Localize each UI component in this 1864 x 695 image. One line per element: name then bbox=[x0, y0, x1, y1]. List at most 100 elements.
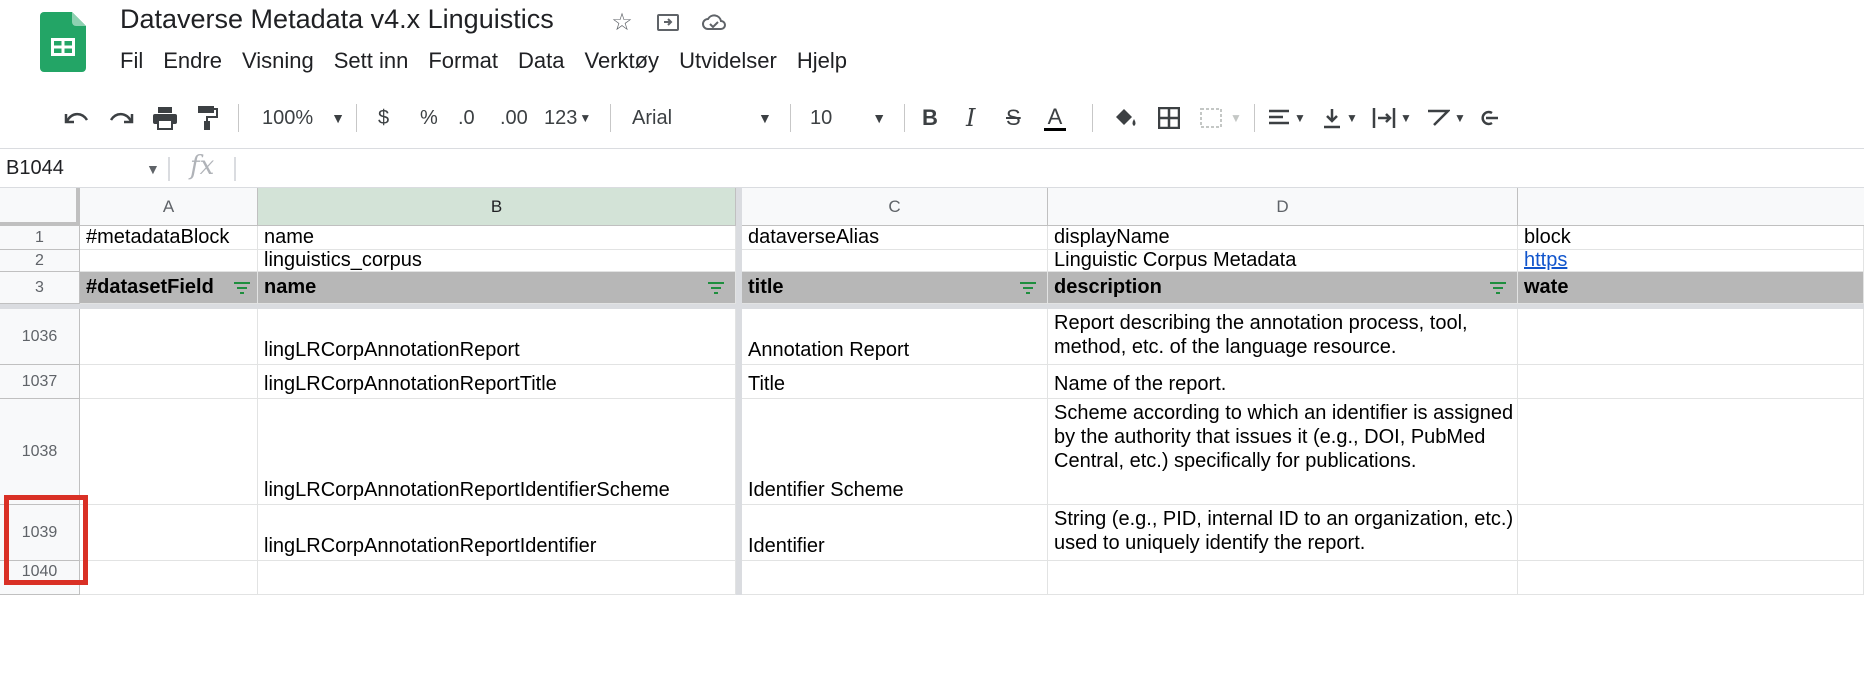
cell-d3[interactable]: description bbox=[1048, 272, 1518, 304]
currency-button[interactable]: $ bbox=[378, 92, 389, 144]
cell-d1037[interactable]: Name of the report. bbox=[1048, 365, 1518, 399]
column-header-d[interactable]: D bbox=[1048, 188, 1518, 226]
cell-b1038[interactable]: lingLRCorpAnnotationReportIdentifierSche… bbox=[258, 399, 736, 505]
sheets-logo-icon[interactable] bbox=[40, 12, 86, 72]
cell-c1[interactable]: dataverseAlias bbox=[742, 226, 1048, 250]
cell-b1037[interactable]: lingLRCorpAnnotationReportTitle bbox=[258, 365, 736, 399]
menu-utvidelser[interactable]: Utvidelser bbox=[679, 48, 777, 74]
strikethrough-button[interactable]: S bbox=[1006, 92, 1021, 144]
toolbar: 100% ▼ $ % .0 .00 123 ▼ Arial ▼ 10 ▼ B I… bbox=[0, 92, 1864, 144]
menu-hjelp[interactable]: Hjelp bbox=[797, 48, 847, 74]
cell-a1038[interactable] bbox=[80, 399, 258, 505]
filter-icon[interactable] bbox=[1019, 281, 1037, 295]
select-all-corner[interactable] bbox=[0, 188, 80, 226]
cell-a1037[interactable] bbox=[80, 365, 258, 399]
cell-a1040[interactable] bbox=[80, 561, 258, 595]
column-header-e[interactable] bbox=[1518, 188, 1864, 226]
chevron-down-icon[interactable]: ▼ bbox=[146, 161, 160, 177]
menu-data[interactable]: Data bbox=[518, 48, 564, 74]
cell-d2[interactable]: Linguistic Corpus Metadata bbox=[1048, 250, 1518, 272]
cell-d1036[interactable]: Report describing the annotation process… bbox=[1048, 309, 1518, 365]
cell-c3[interactable]: title bbox=[742, 272, 1048, 304]
row-header-1036[interactable]: 1036 bbox=[0, 309, 80, 365]
chevron-down-icon: ▼ bbox=[331, 110, 346, 126]
cell-e1036[interactable] bbox=[1518, 309, 1864, 365]
cell-c1038[interactable]: Identifier Scheme bbox=[742, 399, 1048, 505]
redo-icon[interactable] bbox=[108, 92, 136, 144]
cell-d1039[interactable]: String (e.g., PID, internal ID to an org… bbox=[1048, 505, 1518, 561]
cell-a1036[interactable] bbox=[80, 309, 258, 365]
menu-format[interactable]: Format bbox=[428, 48, 498, 74]
zoom-select[interactable]: 100% ▼ bbox=[262, 92, 345, 144]
font-size-select[interactable]: 10 ▼ bbox=[810, 92, 886, 144]
cell-e1[interactable]: block bbox=[1518, 226, 1864, 250]
cloud-saved-icon[interactable] bbox=[700, 8, 728, 36]
cell-d1040[interactable] bbox=[1048, 561, 1518, 595]
increase-decimals-label: .00 bbox=[500, 106, 528, 129]
bold-button[interactable]: B bbox=[922, 92, 938, 144]
cell-e1039[interactable] bbox=[1518, 505, 1864, 561]
formula-input[interactable] bbox=[250, 157, 1830, 181]
print-icon[interactable] bbox=[152, 92, 178, 144]
cell-a2[interactable] bbox=[80, 250, 258, 272]
menu-fil[interactable]: Fil bbox=[120, 48, 143, 74]
filter-icon[interactable] bbox=[233, 281, 251, 295]
cell-c2[interactable] bbox=[742, 250, 1048, 272]
cell-c1039[interactable]: Identifier bbox=[742, 505, 1048, 561]
cell-c1040[interactable] bbox=[742, 561, 1048, 595]
fill-color-icon[interactable] bbox=[1112, 92, 1138, 144]
increase-decimals-button[interactable]: .00 bbox=[500, 92, 528, 144]
text-color-button[interactable]: A bbox=[1044, 92, 1066, 144]
percent-button[interactable]: % bbox=[420, 92, 438, 144]
menu-endre[interactable]: Endre bbox=[163, 48, 222, 74]
column-header-c[interactable]: C bbox=[742, 188, 1048, 226]
cell-b1039[interactable]: lingLRCorpAnnotationReportIdentifier bbox=[258, 505, 736, 561]
cell-b3[interactable]: name bbox=[258, 272, 736, 304]
column-header-a[interactable]: A bbox=[80, 188, 258, 226]
cell-b2[interactable]: linguistics_corpus bbox=[258, 250, 736, 272]
cell-a1[interactable]: #metadataBlock bbox=[80, 226, 258, 250]
cell-e3[interactable]: wate bbox=[1518, 272, 1864, 304]
cell-b1040[interactable] bbox=[258, 561, 736, 595]
merge-cells-icon[interactable]: ▼ bbox=[1200, 92, 1242, 144]
cell-c1037[interactable]: Title bbox=[742, 365, 1048, 399]
vertical-align-icon[interactable]: ▼ bbox=[1322, 92, 1358, 144]
font-select[interactable]: Arial ▼ bbox=[632, 92, 772, 144]
star-icon[interactable]: ☆ bbox=[608, 8, 636, 36]
row-header-3[interactable]: 3 bbox=[0, 272, 80, 304]
filter-icon[interactable] bbox=[707, 281, 725, 295]
cell-b1036[interactable]: lingLRCorpAnnotationReport bbox=[258, 309, 736, 365]
filter-icon[interactable] bbox=[1489, 281, 1507, 295]
row-header-2[interactable]: 2 bbox=[0, 250, 80, 272]
name-box[interactable]: B1044 bbox=[6, 157, 64, 180]
decrease-decimals-button[interactable]: .0 bbox=[458, 92, 475, 144]
document-title[interactable]: Dataverse Metadata v4.x Linguistics bbox=[120, 4, 554, 35]
more-formats-button[interactable]: 123 ▼ bbox=[544, 92, 591, 144]
paint-format-icon[interactable] bbox=[196, 92, 218, 144]
column-header-b[interactable]: B bbox=[258, 188, 736, 226]
row-header-1038[interactable]: 1038 bbox=[0, 399, 80, 505]
cell-d1038[interactable]: Scheme according to which an identifier … bbox=[1048, 399, 1518, 505]
cell-a1039[interactable] bbox=[80, 505, 258, 561]
menu-sett-inn[interactable]: Sett inn bbox=[334, 48, 409, 74]
row-header-1037[interactable]: 1037 bbox=[0, 365, 80, 399]
text-wrapping-icon[interactable]: ▼ bbox=[1372, 92, 1412, 144]
borders-icon[interactable] bbox=[1158, 92, 1180, 144]
undo-icon[interactable] bbox=[62, 92, 90, 144]
cell-d1[interactable]: displayName bbox=[1048, 226, 1518, 250]
move-folder-icon[interactable] bbox=[654, 8, 682, 36]
insert-link-icon[interactable] bbox=[1478, 92, 1498, 144]
horizontal-align-icon[interactable]: ▼ bbox=[1268, 92, 1306, 144]
text-rotation-icon[interactable]: ▼ bbox=[1426, 92, 1466, 144]
italic-button[interactable]: I bbox=[966, 92, 975, 144]
cell-e1037[interactable] bbox=[1518, 365, 1864, 399]
cell-e1040[interactable] bbox=[1518, 561, 1864, 595]
cell-a3[interactable]: #datasetField bbox=[80, 272, 258, 304]
cell-e2-link[interactable]: https bbox=[1518, 250, 1864, 272]
cell-b1[interactable]: name bbox=[258, 226, 736, 250]
menu-verktoy[interactable]: Verktøy bbox=[584, 48, 659, 74]
menu-visning[interactable]: Visning bbox=[242, 48, 314, 74]
cell-e1038[interactable] bbox=[1518, 399, 1864, 505]
cell-c1036[interactable]: Annotation Report bbox=[742, 309, 1048, 365]
row-header-1[interactable]: 1 bbox=[0, 226, 80, 250]
